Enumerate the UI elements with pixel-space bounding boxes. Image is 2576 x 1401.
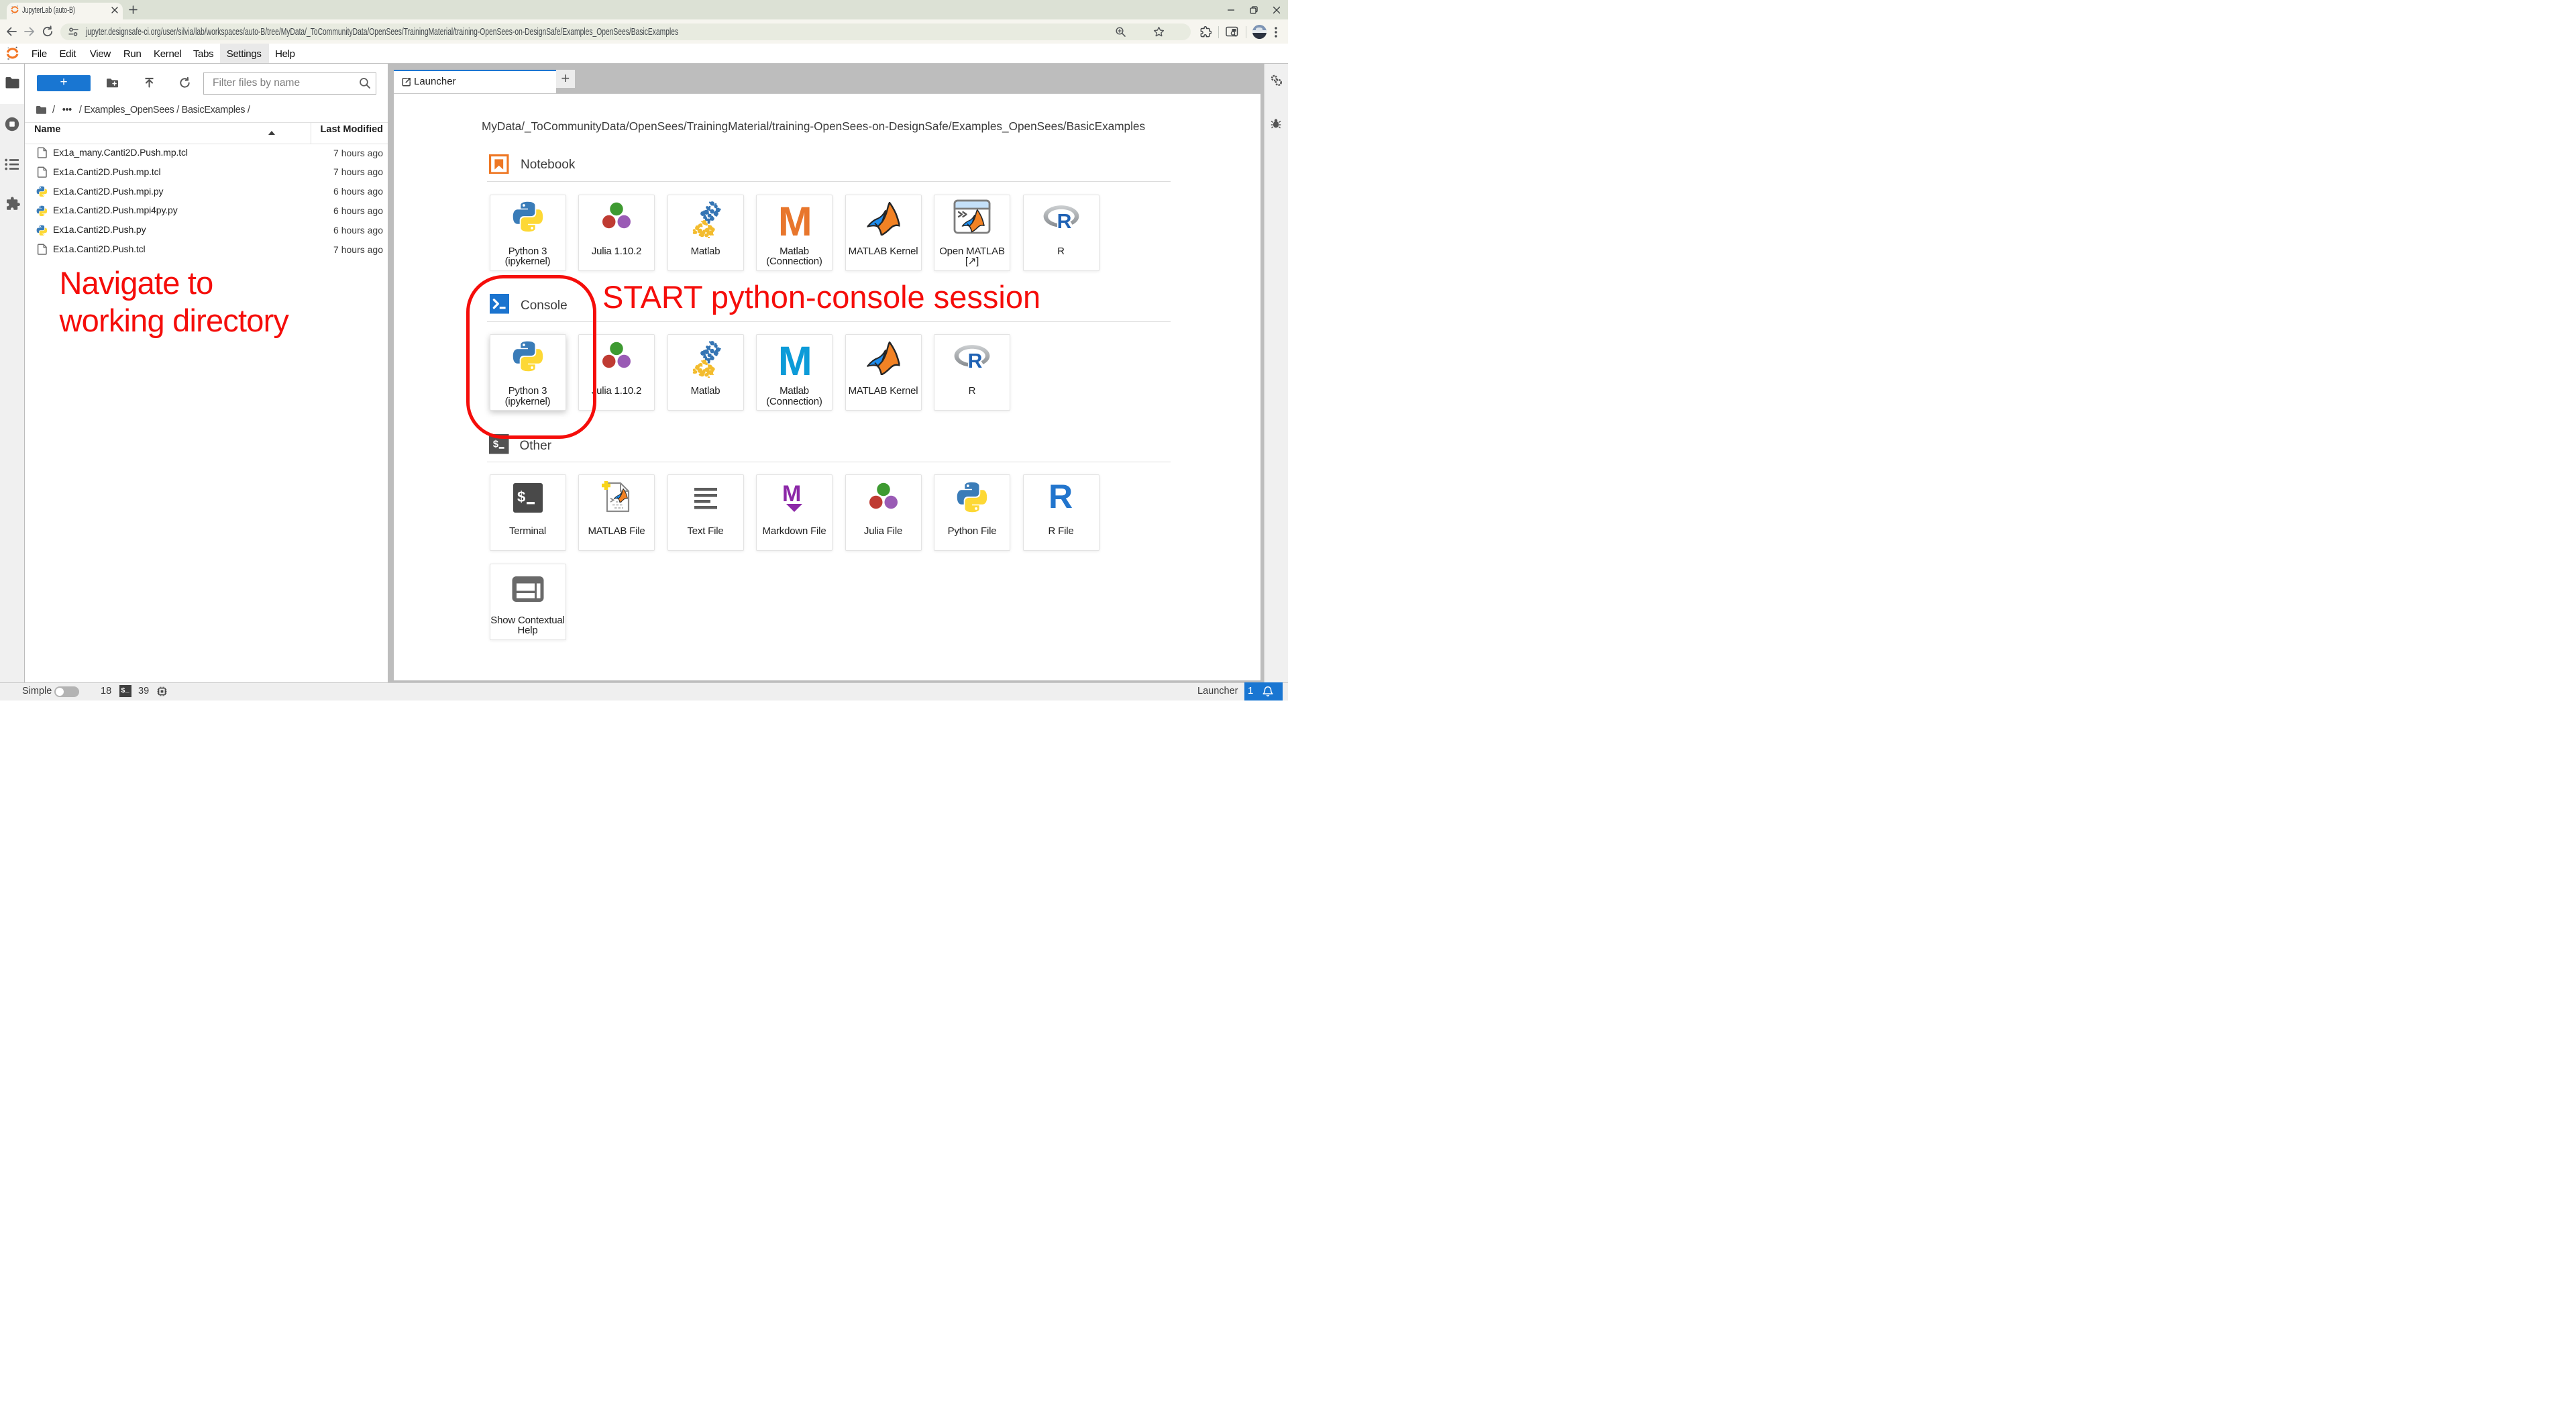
- svg-text:R: R: [968, 350, 983, 369]
- svg-text:$: $: [517, 488, 525, 505]
- svg-text:R: R: [1049, 481, 1073, 513]
- svg-text:M: M: [782, 481, 800, 507]
- svg-text:$: $: [493, 439, 498, 450]
- svg-text:R: R: [1057, 210, 1071, 229]
